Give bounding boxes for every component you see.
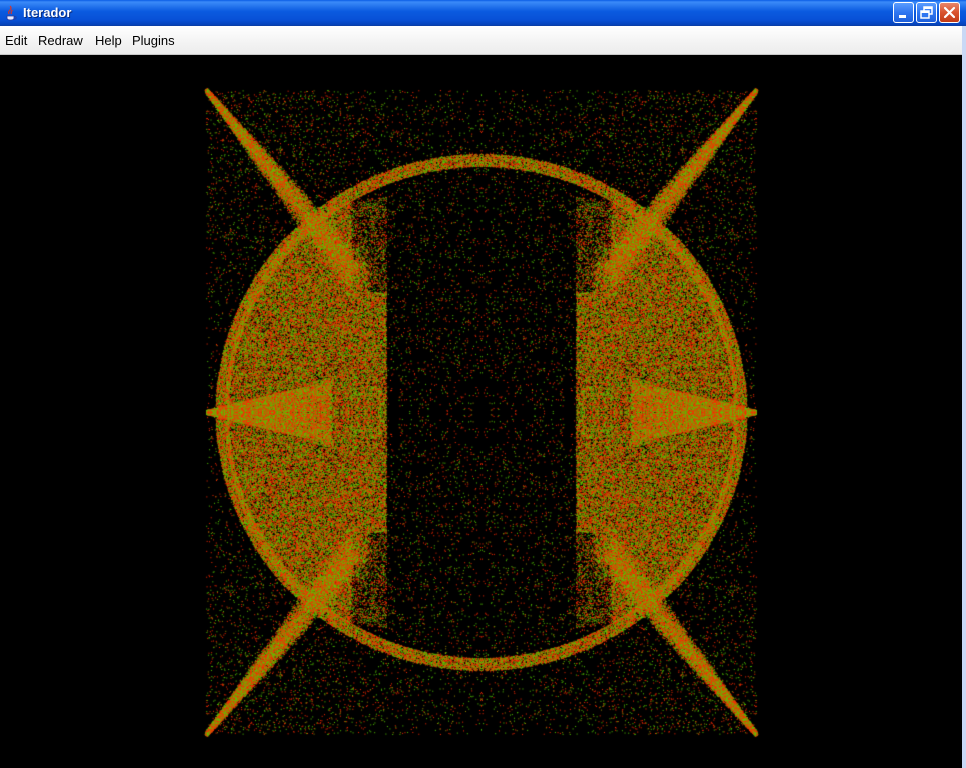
minimize-icon (899, 15, 906, 18)
fractal-canvas[interactable] (0, 55, 962, 768)
restore-button[interactable] (916, 2, 937, 23)
app-window: Iterador Edit Redraw Help Plugins (0, 0, 966, 768)
title-bar[interactable]: Iterador (0, 0, 966, 26)
window-title: Iterador (23, 5, 72, 20)
menu-plugins[interactable]: Plugins (132, 33, 175, 49)
menu-edit[interactable]: Edit (5, 33, 27, 49)
java-cup-icon[interactable] (4, 5, 18, 21)
window-right-border (962, 26, 966, 768)
menu-redraw[interactable]: Redraw (38, 33, 83, 49)
minimize-button[interactable] (893, 2, 914, 23)
restore-icon (920, 6, 933, 19)
fractal-canvas-area[interactable] (0, 55, 962, 768)
close-button[interactable] (939, 2, 960, 23)
close-icon (943, 6, 956, 19)
menu-help[interactable]: Help (95, 33, 122, 49)
menu-bar: Edit Redraw Help Plugins (0, 26, 966, 55)
